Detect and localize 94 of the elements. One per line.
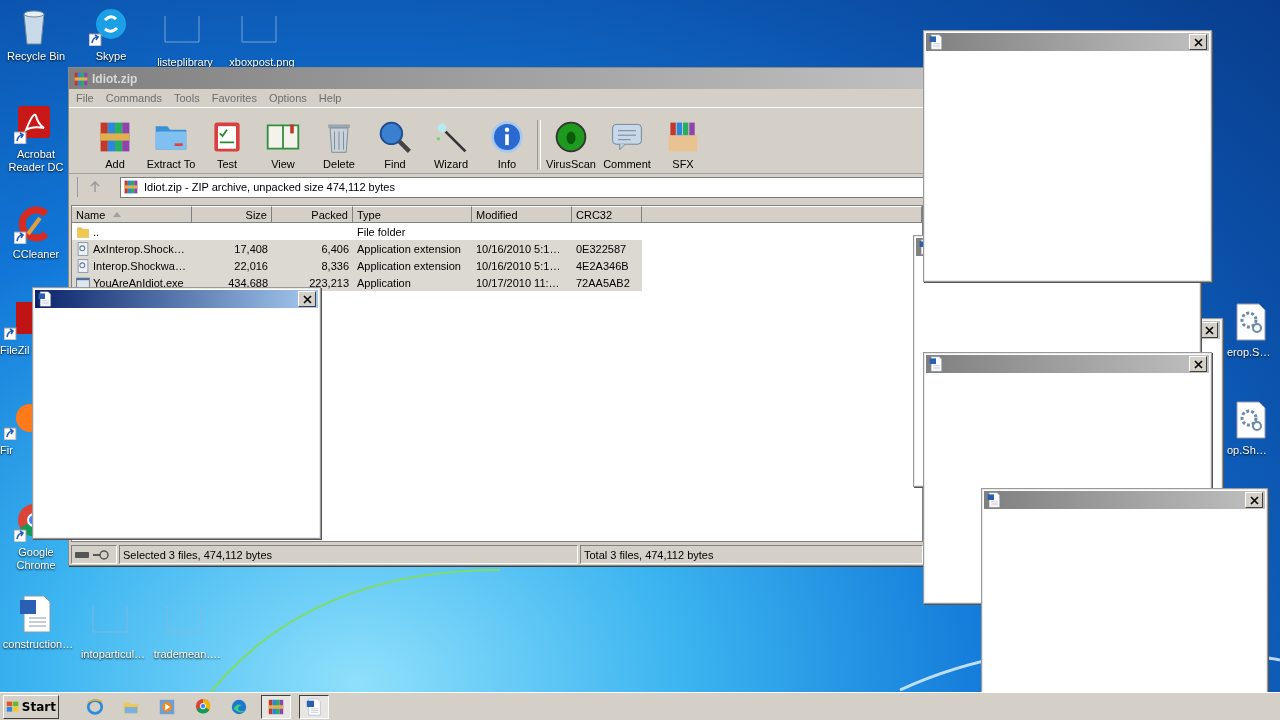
menu-item[interactable]: Options [263, 91, 314, 105]
table-cell-text: Application [356, 275, 412, 291]
file-row[interactable]: Interop.Shockwa… 22,016 8,336 Application extension 10/16/2010 5:1… 4E2A346B [72, 257, 642, 274]
file-name-cell[interactable]: YouAreAnIdiot.exe [72, 274, 192, 291]
app-icon[interactable] [4, 300, 32, 340]
bug-icon [553, 119, 589, 155]
status-text: Total 3 files, 474,112 bytes [584, 548, 714, 561]
desktop-icon-label[interactable]: op.Sh… [1227, 444, 1267, 457]
archive-icon [123, 179, 139, 195]
toolbar-button[interactable]: SFX [655, 119, 711, 170]
browser-icon [230, 697, 248, 716]
search-icon [377, 119, 413, 155]
play-icon [158, 697, 176, 716]
up-arrow-icon [90, 181, 100, 193]
table-cell-text: 223,213 [308, 275, 350, 291]
word-document-icon [928, 34, 944, 50]
table-cell-text: File folder [356, 224, 407, 240]
close-button[interactable] [1189, 34, 1207, 50]
column-header[interactable]: CRC32 [572, 206, 642, 223]
close-icon [1193, 37, 1203, 47]
window-title: Idiot.zip [92, 71, 138, 86]
toolbar-button[interactable]: View [255, 119, 311, 170]
table-cell-text: Application extension [356, 258, 462, 274]
window-file-icon [76, 275, 90, 290]
close-button[interactable] [1245, 492, 1263, 508]
desktop-icon-label[interactable]: Skype [93, 50, 129, 63]
taskbar-button[interactable] [299, 694, 329, 719]
toolbar-button[interactable]: Add [87, 119, 143, 170]
toolbar-button[interactable]: Comment [599, 119, 655, 170]
desktop-icon-label[interactable]: Recycle Bin [4, 50, 68, 63]
file-name-cell[interactable]: .. [72, 223, 192, 240]
file-row[interactable]: YouAreAnIdiot.exe 434,688 223,213 Application 10/17/2010 11:… 72AA5AB2 [72, 274, 642, 291]
key-icon [93, 549, 109, 560]
folder-icon [76, 224, 90, 239]
table-cell-text: 10/16/2010 5:1… [475, 241, 562, 257]
column-header[interactable]: Type [353, 206, 472, 223]
desktop-icon-label[interactable]: Acrobat Reader DC [0, 148, 72, 174]
word-document-icon [986, 492, 1002, 508]
file-row[interactable]: AxInterop.Shock… 17,408 6,406 Application extension 10/16/2010 5:1… 0E322587 [72, 240, 642, 257]
menu-item[interactable]: Tools [169, 91, 207, 105]
table-cell-text: 6,406 [320, 241, 350, 257]
toolbar-button[interactable]: VirusScan [543, 119, 599, 170]
desktop-icon-label[interactable]: listeplibrary [155, 56, 215, 69]
toolbar-button[interactable]: Delete [311, 119, 367, 170]
toolbar-button[interactable]: Wizard [423, 119, 479, 170]
close-icon [1193, 359, 1203, 369]
menu-item[interactable]: Favorites [206, 91, 264, 105]
start-button[interactable]: Start [3, 694, 59, 719]
close-icon [1249, 495, 1259, 505]
table-cell-text: 10/17/2010 11:… [475, 275, 561, 291]
table-cell-text: 0E322587 [575, 241, 628, 257]
close-button[interactable] [1189, 356, 1207, 372]
chat-bubble-icon[interactable] [89, 6, 129, 46]
word-document-icon [928, 356, 944, 372]
word-document-icon [305, 697, 323, 716]
column-header[interactable]: Modified [472, 206, 572, 223]
table-cell-text: 72AA5AB2 [575, 275, 631, 291]
gear-file-icon [76, 258, 90, 273]
browser-icon [194, 697, 212, 716]
books-icon [267, 697, 285, 716]
toolbar-button[interactable]: Test [199, 119, 255, 170]
table-cell-text: 17,408 [233, 241, 269, 257]
close-icon [302, 294, 312, 304]
taskbar-button[interactable] [261, 694, 291, 719]
sort-ascending-icon [113, 212, 122, 217]
toolbar-button[interactable]: Extract To [143, 119, 199, 170]
file-name-cell[interactable]: AxInterop.Shock… [72, 240, 192, 257]
toolbar-button[interactable]: Find [367, 119, 423, 170]
desktop-icon-label[interactable]: xboxpost.png [227, 56, 297, 69]
table-cell-text: 22,016 [233, 258, 269, 274]
menu-item[interactable]: Commands [100, 91, 169, 105]
close-button[interactable] [298, 291, 316, 307]
gear-file-icon [76, 241, 90, 256]
table-cell-text: 4E2A346B [575, 258, 630, 274]
status-text: Selected 3 files, 474,112 bytes [123, 548, 272, 561]
browser-icon [86, 697, 104, 716]
column-header[interactable]: Packed [272, 206, 353, 223]
desktop-icon-label[interactable]: CCleaner [10, 248, 62, 261]
column-header[interactable]: Name [72, 206, 192, 223]
word-document-icon [37, 291, 53, 307]
info-icon [489, 119, 525, 155]
desktop-icon-label[interactable]: erop.S… [1227, 346, 1271, 359]
desktop-icon-label[interactable]: FileZil [0, 344, 30, 357]
app-icon [73, 70, 89, 87]
column-header[interactable]: Size [192, 206, 272, 223]
table-cell-text: Application extension [356, 241, 462, 257]
table-cell-text: 8,336 [320, 258, 350, 274]
address-field[interactable]: Idiot.zip - ZIP archive, unpacked size 474,112 bytes [120, 176, 925, 198]
file-name-cell[interactable]: Interop.Shockwa… [72, 257, 192, 274]
close-icon [1204, 325, 1214, 335]
table-cell-text: 434,688 [227, 275, 269, 291]
toolbar-button[interactable]: Info [479, 119, 535, 170]
table-cell-text: 10/16/2010 5:1… [475, 258, 562, 274]
drive-icon [75, 551, 89, 558]
